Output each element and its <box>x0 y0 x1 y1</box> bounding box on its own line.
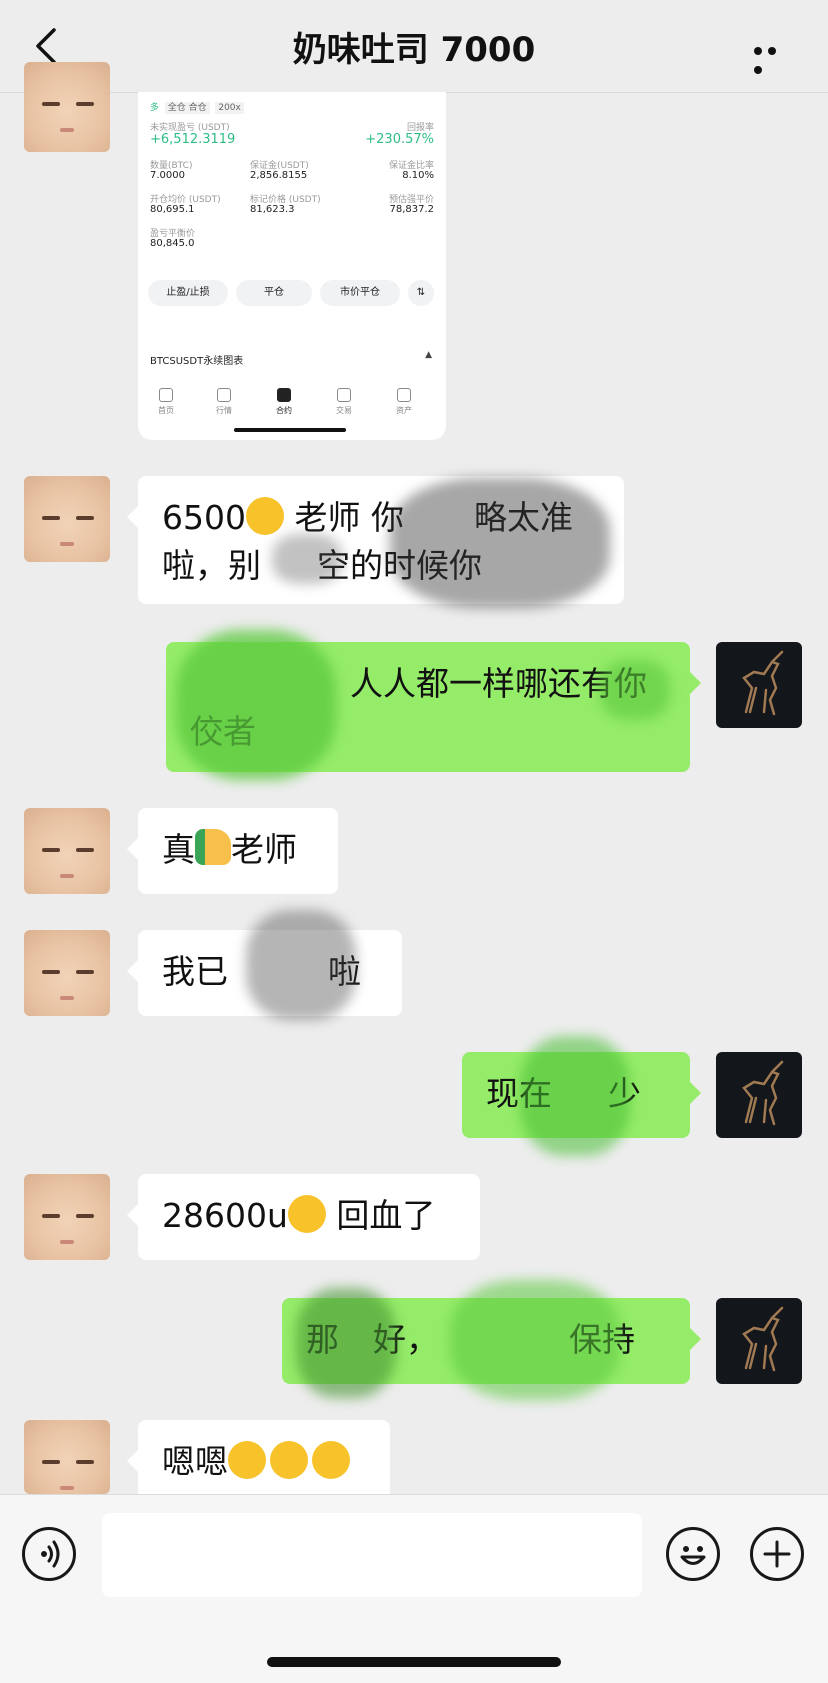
redaction-scribble <box>450 1280 620 1400</box>
position-tags: 多 全仓 合仓 200x <box>150 100 244 114</box>
roi-value: +230.57% <box>365 132 434 147</box>
tab-market[interactable]: 行情 <box>204 388 244 416</box>
collapse-icon[interactable]: ▲ <box>425 350 432 360</box>
voice-input-icon[interactable] <box>22 1527 76 1581</box>
margin-ratio-value: 8.10% <box>402 170 434 181</box>
self-avatar[interactable] <box>716 1298 802 1384</box>
redaction-scribble <box>176 630 336 780</box>
redaction-scribble <box>272 534 342 584</box>
chart-link[interactable]: BTCSUSDT永续图表 <box>150 352 243 367</box>
chat-title: 奶味吐司 7000 <box>292 30 536 70</box>
input-toolbar <box>0 1494 828 1683</box>
contact-avatar[interactable] <box>24 62 110 152</box>
home-indicator <box>234 428 346 432</box>
emoji-icon[interactable] <box>666 1527 720 1581</box>
redaction-scribble <box>600 660 670 720</box>
open-price-value: 80,695.1 <box>150 204 195 215</box>
qty-value: 7.0000 <box>150 170 185 181</box>
futures-icon <box>277 388 291 402</box>
market-icon <box>217 388 231 402</box>
tab-futures[interactable]: 合约 <box>264 388 304 416</box>
message-bubble[interactable]: 28600u 回血了 <box>127 1174 480 1260</box>
contact-avatar[interactable] <box>24 930 110 1016</box>
shushing-emoji-icon <box>312 1441 350 1479</box>
add-attachment-icon[interactable] <box>750 1527 804 1581</box>
tab-trade[interactable]: 交易 <box>324 388 364 416</box>
message-bubble[interactable]: 嗯嗯 <box>127 1420 390 1494</box>
home-indicator <box>267 1657 561 1667</box>
message-bubble[interactable]: 真老师 <box>127 808 338 894</box>
crying-emoji-icon <box>287 1195 326 1233</box>
redaction-scribble <box>390 478 610 608</box>
contact-avatar[interactable] <box>24 1420 110 1494</box>
grinning-emoji-icon <box>245 497 284 535</box>
tab-assets[interactable]: 资产 <box>384 388 424 416</box>
trade-icon <box>337 388 351 402</box>
shushing-emoji-icon <box>228 1441 266 1479</box>
polo-horse-icon <box>742 650 784 716</box>
redaction-scribble <box>520 1036 630 1156</box>
redaction-scribble <box>246 910 356 1020</box>
thumbs-up-icon <box>195 829 231 865</box>
home-icon <box>159 388 173 402</box>
unrealized-pnl-value: +6,512.3119 <box>150 132 236 147</box>
margin-value: 2,856.8155 <box>250 170 308 181</box>
self-avatar[interactable] <box>716 642 802 728</box>
liq-price-value: 78,837.2 <box>389 204 434 215</box>
more-options-icon[interactable] <box>754 40 794 74</box>
trading-screenshot-image[interactable]: 多 全仓 合仓 200x 未实现盈亏 (USDT) +6,512.3119 回报… <box>138 92 446 440</box>
contact-avatar[interactable] <box>24 1174 110 1260</box>
redaction-scribble <box>296 1288 396 1398</box>
wallet-icon <box>397 388 411 402</box>
market-close-button[interactable]: 市价平仓 <box>320 280 400 306</box>
close-position-button[interactable]: 平仓 <box>236 280 312 306</box>
message-input[interactable] <box>102 1513 642 1597</box>
contact-avatar[interactable] <box>24 808 110 894</box>
swap-icon[interactable]: ⇅ <box>408 280 434 306</box>
contact-avatar[interactable] <box>24 476 110 562</box>
breakeven-value: 80,845.0 <box>150 238 195 249</box>
tab-home[interactable]: 首页 <box>146 388 186 416</box>
shushing-emoji-icon <box>270 1441 308 1479</box>
tp-sl-button[interactable]: 止盈/止损 <box>148 280 228 306</box>
polo-horse-icon <box>742 1306 784 1372</box>
polo-horse-icon <box>742 1060 784 1126</box>
mark-price-value: 81,623.3 <box>250 204 295 215</box>
chat-header: 奶味吐司 7000 <box>0 0 828 93</box>
self-avatar[interactable] <box>716 1052 802 1138</box>
